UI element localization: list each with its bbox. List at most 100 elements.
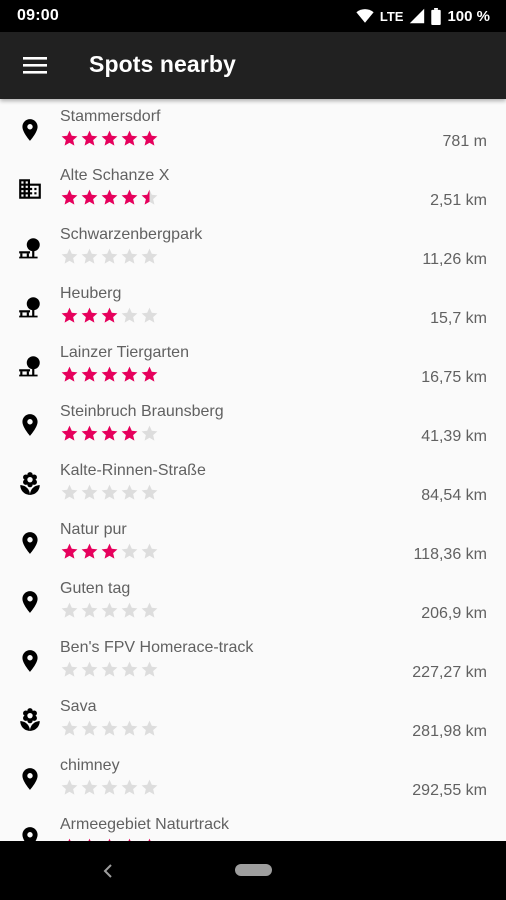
menu-button[interactable] (12, 42, 58, 88)
place-pin-icon (17, 648, 43, 674)
star-filled (101, 543, 118, 559)
star-empty (141, 720, 158, 736)
star-empty (141, 248, 158, 264)
star-filled (81, 189, 98, 205)
star-filled (81, 366, 98, 382)
spot-row[interactable]: Stammersdorf 781 m (0, 99, 506, 158)
spot-name: Stammersdorf (60, 108, 161, 125)
star-filled (61, 307, 78, 323)
flower-icon (17, 471, 43, 497)
spot-name: Natur pur (60, 521, 127, 538)
spot-name: chimney (60, 757, 120, 774)
star-filled (121, 189, 138, 205)
star-empty (141, 661, 158, 677)
spot-distance: 11,26 km (422, 251, 487, 268)
star-empty (61, 602, 78, 618)
spot-distance: 2,51 km (430, 192, 487, 209)
spot-row[interactable]: Kalte-Rinnen-Straße 84,54 km (0, 453, 506, 512)
spot-name: Ben's FPV Homerace-track (60, 639, 254, 656)
star-empty (121, 661, 138, 677)
star-empty (101, 779, 118, 795)
home-pill[interactable] (235, 864, 272, 876)
star-empty (61, 248, 78, 264)
back-icon[interactable] (97, 859, 121, 883)
network-type: LTE (379, 8, 404, 24)
star-filled (141, 366, 158, 382)
star-empty (141, 602, 158, 618)
place-pin-icon (17, 589, 43, 615)
spot-row[interactable]: Alte Schanze X 2,51 km (0, 158, 506, 217)
spot-row[interactable]: Schwarzenbergpark 11,26 km (0, 217, 506, 276)
place-pin-icon (17, 412, 43, 438)
star-empty (141, 779, 158, 795)
rating-stars (60, 719, 160, 737)
spot-row[interactable]: Guten tag 206,9 km (0, 571, 506, 630)
star-filled (121, 425, 138, 441)
rating-stars (60, 778, 160, 796)
spots-list[interactable]: Stammersdorf 781 m Alte Schanze X 2,51 km Sc… (0, 99, 506, 841)
rating-stars (60, 306, 160, 324)
spot-name: Schwarzenbergpark (60, 226, 203, 243)
star-empty (121, 484, 138, 500)
star-empty (101, 484, 118, 500)
rating-stars (60, 424, 160, 442)
page-title: Spots nearby (89, 51, 236, 77)
flower-icon (17, 707, 43, 733)
star-empty (141, 484, 158, 500)
spot-name: Kalte-Rinnen-Straße (60, 462, 206, 479)
star-filled (61, 130, 78, 146)
spot-distance: 281,98 km (412, 723, 487, 740)
park-tree-icon (17, 235, 43, 261)
spot-row[interactable]: Ben's FPV Homerace-track 227,27 km (0, 630, 506, 689)
star-empty (121, 720, 138, 736)
star-filled (81, 307, 98, 323)
star-filled (81, 425, 98, 441)
spot-distance: 292,55 km (412, 782, 487, 799)
rating-stars (60, 660, 160, 678)
hamburger-menu-icon (23, 57, 47, 74)
wifi-icon (356, 9, 374, 23)
rating-stars (60, 542, 160, 560)
star-filled (121, 130, 138, 146)
spot-row[interactable]: chimney 292,55 km (0, 748, 506, 807)
star-filled (141, 130, 158, 146)
rating-stars (60, 188, 160, 206)
spot-row[interactable]: Steinbruch Braunsberg 41,39 km (0, 394, 506, 453)
signal-icon (410, 8, 425, 24)
star-empty (121, 307, 138, 323)
rating-stars (60, 247, 160, 265)
battery-level: 100 % (447, 7, 490, 25)
battery-icon (431, 7, 442, 25)
spot-row[interactable]: Sava 281,98 km (0, 689, 506, 748)
spot-name: Lainzer Tiergarten (60, 344, 189, 361)
status-bar: 09:00 LTE 100 % (0, 0, 506, 32)
place-pin-icon (17, 766, 43, 792)
building-icon (17, 176, 43, 202)
spot-name: Guten tag (60, 580, 131, 597)
spot-distance: 118,36 km (413, 546, 487, 563)
place-pin-icon (17, 825, 43, 841)
spot-name: Sava (60, 698, 97, 715)
star-empty (141, 543, 158, 559)
star-empty (101, 602, 118, 618)
spot-row[interactable]: Natur pur 118,36 km (0, 512, 506, 571)
rating-stars (60, 129, 160, 147)
rating-stars (60, 483, 160, 501)
park-tree-icon (17, 353, 43, 379)
star-empty (121, 248, 138, 264)
spot-distance: 84,54 km (421, 487, 487, 504)
star-empty (121, 543, 138, 559)
star-filled (101, 130, 118, 146)
spot-distance: 206,9 km (421, 605, 487, 622)
status-time: 09:00 (17, 7, 59, 24)
spot-row[interactable]: Heuberg 15,7 km (0, 276, 506, 335)
spot-distance: 227,27 km (412, 664, 487, 681)
star-empty (61, 779, 78, 795)
spot-name: Steinbruch Braunsberg (60, 403, 224, 420)
star-empty (61, 720, 78, 736)
spot-row[interactable]: Lainzer Tiergarten 16,75 km (0, 335, 506, 394)
star-filled (101, 189, 118, 205)
spot-row[interactable]: Armeegebiet Naturtrack (0, 807, 506, 841)
star-filled (81, 543, 98, 559)
star-empty (121, 602, 138, 618)
